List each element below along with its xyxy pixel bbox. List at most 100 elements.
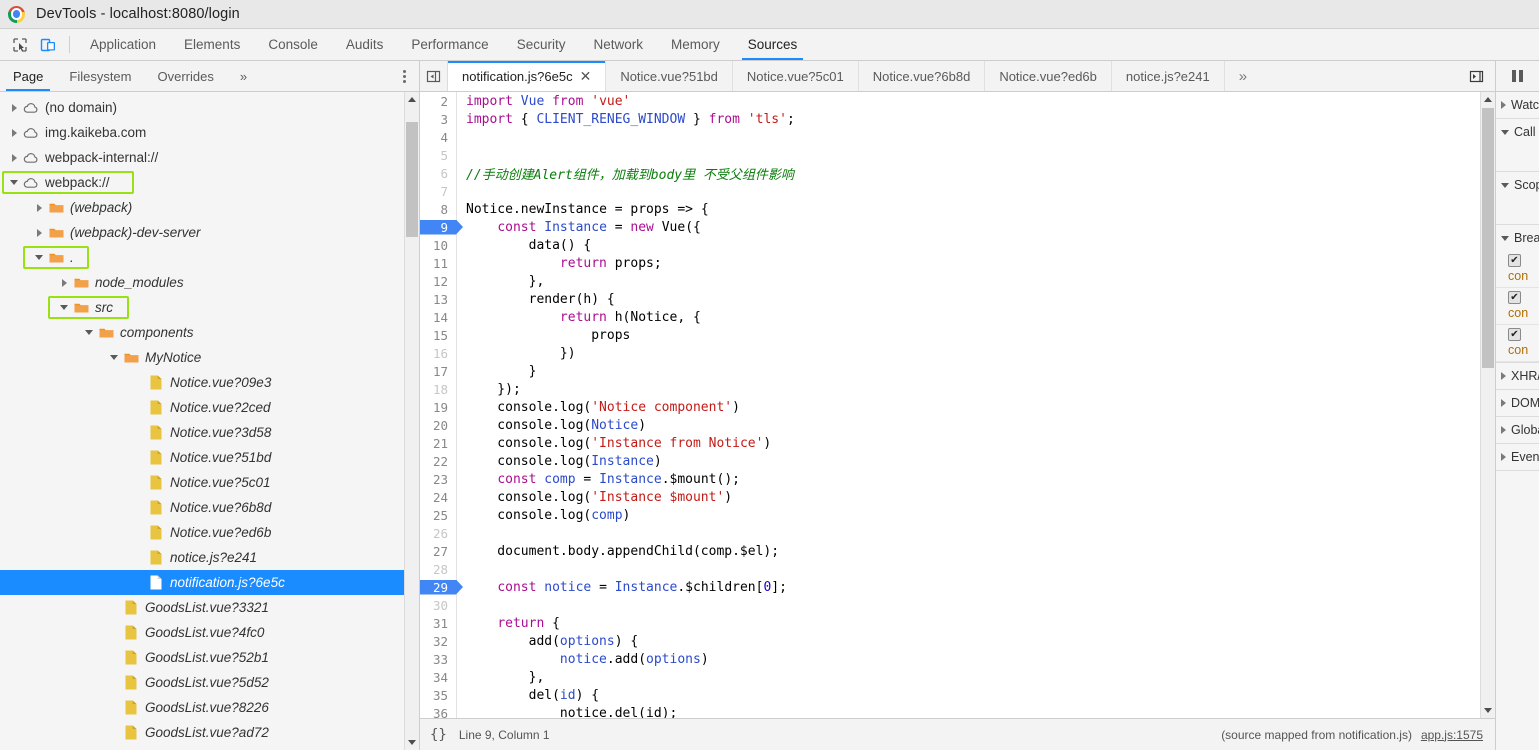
tab-elements[interactable]: Elements [170,29,254,60]
breakpoint-label[interactable]: con [1508,343,1539,357]
code-line[interactable]: 29 const notice = Instance.$children[0]; [420,578,1480,596]
file-tree-item[interactable]: MyNotice [0,345,404,370]
code-line[interactable]: 10 data() { [420,236,1480,254]
code-line[interactable]: 6 //手动创建Alert组件，加载到body里 不受父组件影响 [420,164,1480,183]
debugger-section-header-do[interactable]: DOM Breakpoints [1496,390,1539,416]
file-tree-item[interactable]: webpack:// [0,170,404,195]
line-number[interactable]: 20 [420,418,456,433]
code-line[interactable]: 32 add(options) { [420,632,1480,650]
scroll-down-arrow-icon[interactable] [405,735,419,750]
file-tree-item[interactable]: (webpack)-dev-server [0,220,404,245]
chevron-right-icon[interactable] [1501,399,1506,407]
code-line[interactable]: 4 [420,128,1480,146]
code-line[interactable]: 36 notice.del(id); [420,704,1480,718]
nav-tab-filesystem[interactable]: Filesystem [56,61,144,91]
scroll-down-arrow-icon[interactable] [1481,703,1495,718]
line-number[interactable]: 11 [420,256,456,271]
scrollbar-thumb[interactable] [406,122,418,237]
file-tree-item[interactable]: src [0,295,404,320]
chevron-down-icon[interactable] [56,305,72,310]
inspect-element-icon[interactable] [6,29,34,60]
code-line[interactable]: 9 const Instance = new Vue({ [420,218,1480,236]
file-tree-item[interactable]: Notice.vue?2ced [0,395,404,420]
editor-tab-notification-js[interactable]: notification.js?6e5c ✕ [448,61,607,91]
file-tree-item[interactable]: GoodsList.vue?5d52 [0,670,404,695]
scrollbar-thumb[interactable] [1482,108,1494,368]
debugger-section-header-br[interactable]: Breakpoints [1496,225,1539,251]
code-line[interactable]: 14 return h(Notice, { [420,308,1480,326]
close-icon[interactable]: ✕ [580,69,592,83]
tab-audits[interactable]: Audits [332,29,398,60]
code-line[interactable]: 2 import Vue from 'vue' [420,92,1480,110]
code-line[interactable]: 19 console.log('Notice component') [420,398,1480,416]
chevron-right-icon[interactable] [1501,372,1506,380]
file-tree-item[interactable]: Notice.vue?51bd [0,445,404,470]
chevron-down-icon[interactable] [106,355,122,360]
line-number[interactable]: 32 [420,634,456,649]
line-number[interactable]: 8 [420,202,456,217]
code-line[interactable]: 25 console.log(comp) [420,506,1480,524]
file-tree-item[interactable]: node_modules [0,270,404,295]
line-number[interactable]: 2 [420,94,456,109]
navigator-scrollbar[interactable] [404,92,419,750]
debugger-section-header-ev[interactable]: Event Listener Breakpoints [1496,444,1539,470]
line-number[interactable]: 15 [420,328,456,343]
line-number[interactable]: 22 [420,454,456,469]
code-line[interactable]: 12 }, [420,272,1480,290]
code-line[interactable]: 26 [420,524,1480,542]
code-line[interactable]: 17 } [420,362,1480,380]
checkbox-checked-icon[interactable]: ✔ [1508,328,1521,341]
breakpoint-label[interactable]: con [1508,306,1539,320]
file-tree-item[interactable]: Notice.vue?3d58 [0,420,404,445]
chevron-down-icon[interactable] [31,255,47,260]
tab-memory[interactable]: Memory [657,29,734,60]
file-tree-item[interactable]: img.kaikeba.com [0,120,404,145]
tab-application[interactable]: Application [76,29,170,60]
chevron-down-icon[interactable] [81,330,97,335]
code-line[interactable]: 23 const comp = Instance.$mount(); [420,470,1480,488]
file-tree[interactable]: (no domain) img.kaikeba.com webpack-intern… [0,92,404,750]
code-line[interactable]: 34 }, [420,668,1480,686]
chevron-right-icon[interactable] [6,103,22,112]
nav-tab-page[interactable]: Page [0,61,56,91]
chevron-down-icon[interactable] [6,180,22,185]
chevron-right-icon[interactable] [1501,453,1506,461]
show-drawer-icon[interactable] [1463,61,1489,92]
more-options-kebab-icon[interactable] [389,61,419,91]
line-number[interactable]: 26 [420,526,456,541]
code-line[interactable]: 28 [420,560,1480,578]
line-number[interactable]: 34 [420,670,456,685]
line-number[interactable]: 27 [420,544,456,559]
file-tree-item[interactable]: GoodsList.vue?8226 [0,695,404,720]
code-line[interactable]: 13 render(h) { [420,290,1480,308]
file-tree-item[interactable]: components [0,320,404,345]
editor-tab-notice-js-e241[interactable]: notice.js?e241 [1112,61,1225,91]
scroll-up-arrow-icon[interactable] [1481,92,1495,107]
code-line[interactable]: 24 console.log('Instance $mount') [420,488,1480,506]
file-tree-item[interactable]: GoodsList.vue?3321 [0,595,404,620]
tab-sources[interactable]: Sources [734,29,812,60]
line-number[interactable]: 6 [420,166,456,181]
line-number-active[interactable]: 29 [420,580,456,595]
line-number-active[interactable]: 9 [420,220,456,235]
code-line[interactable]: 11 return props; [420,254,1480,272]
source-file-link[interactable]: app.js:1575 [1421,728,1483,742]
pretty-print-icon[interactable]: {} [430,727,447,743]
checkbox-checked-icon[interactable]: ✔ [1508,254,1521,267]
code-line[interactable]: 18 }); [420,380,1480,398]
file-tree-item-selected[interactable]: notification.js?6e5c [0,570,404,595]
breakpoint-item[interactable]: ✔ con [1496,288,1539,325]
line-number[interactable]: 3 [420,112,456,127]
code-lines[interactable]: 2 import Vue from 'vue' 3 import { CLIENT_R… [420,92,1480,718]
hide-navigator-icon[interactable] [420,61,448,91]
code-line[interactable]: 15 props [420,326,1480,344]
chevron-right-icon[interactable] [1501,426,1506,434]
editor-tab-notice-51bd[interactable]: Notice.vue?51bd [606,61,733,91]
code-line[interactable]: 35 del(id) { [420,686,1480,704]
chevron-right-icon[interactable] [6,153,22,162]
chevron-right-icon[interactable] [56,278,72,287]
code-line[interactable]: 3 import { CLIENT_RENEG_WINDOW } from 'tl… [420,110,1480,128]
file-tree-item[interactable]: GoodsList.vue?ad72 [0,720,404,745]
breakpoint-label[interactable]: con [1508,269,1539,283]
debugger-section-header-xh[interactable]: XHR/fetch Breakpoints [1496,363,1539,389]
